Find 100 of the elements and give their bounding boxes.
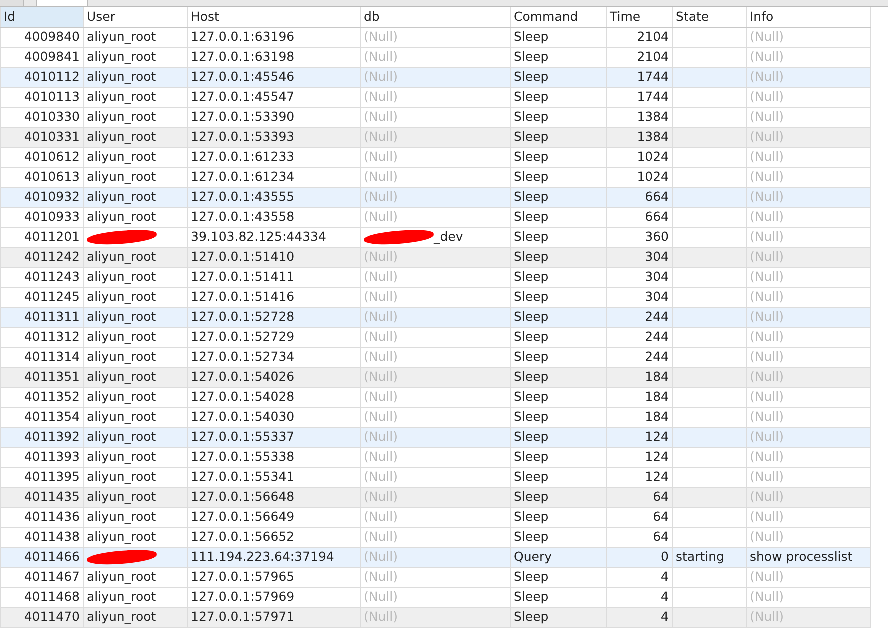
table-cell: 4011436: [0, 507, 84, 527]
null-value: (Null): [360, 407, 510, 427]
null-value: (Null): [360, 527, 510, 547]
table-cell: 127.0.0.1:54030: [188, 407, 360, 427]
table-cell: 127.0.0.1:45546: [188, 67, 360, 87]
table-cell: 4011466: [0, 547, 84, 567]
table-cell: Sleep: [510, 587, 606, 607]
table-cell: 4010612: [0, 147, 84, 167]
column-header[interactable]: Id: [0, 7, 84, 27]
table-cell: 4010112: [0, 67, 84, 87]
table-cell: Sleep: [510, 327, 606, 347]
table-cell: 127.0.0.1:45547: [188, 87, 360, 107]
table-cell: 4011393: [0, 447, 84, 467]
table-cell: 304: [606, 267, 672, 287]
null-value: (Null): [360, 307, 510, 327]
table-cell: aliyun_root: [84, 167, 188, 187]
table-cell: aliyun_root: [84, 567, 188, 587]
table-cell: 127.0.0.1:51416: [188, 287, 360, 307]
table-cell: 127.0.0.1:55337: [188, 427, 360, 447]
table-cell: Sleep: [510, 507, 606, 527]
table-cell: 127.0.0.1:61233: [188, 147, 360, 167]
table-cell: Sleep: [510, 467, 606, 487]
table-cell: 4011468: [0, 587, 84, 607]
null-value: (Null): [746, 227, 870, 247]
table-cell: 127.0.0.1:53393: [188, 127, 360, 147]
table-cell: Sleep: [510, 27, 606, 47]
null-value: (Null): [360, 47, 510, 67]
table-cell: Sleep: [510, 187, 606, 207]
null-value: (Null): [746, 107, 870, 127]
tab[interactable]: [36, 0, 88, 6]
column-header[interactable]: State: [672, 7, 746, 27]
null-value: (Null): [746, 207, 870, 227]
null-value: (Null): [746, 307, 870, 327]
table-cell: 127.0.0.1:51411: [188, 267, 360, 287]
table-cell: aliyun_root: [84, 247, 188, 267]
table-cell: aliyun_root: [84, 587, 188, 607]
null-value: (Null): [746, 347, 870, 367]
table-cell: 4010113: [0, 87, 84, 107]
column-header[interactable]: User: [84, 7, 188, 27]
table-cell: 1024: [606, 167, 672, 187]
null-value: (Null): [360, 267, 510, 287]
null-value: (Null): [746, 327, 870, 347]
table-cell: aliyun_root: [84, 147, 188, 167]
table-cell: 4010613: [0, 167, 84, 187]
table-cell: 4010330: [0, 107, 84, 127]
table-cell: 4009841: [0, 47, 84, 67]
table-cell: Sleep: [510, 287, 606, 307]
table-cell: 4011201: [0, 227, 84, 247]
table-cell: 127.0.0.1:57965: [188, 567, 360, 587]
table-cell: 127.0.0.1:52734: [188, 347, 360, 367]
null-value: (Null): [360, 187, 510, 207]
table-cell: 127.0.0.1:63198: [188, 47, 360, 67]
null-value: (Null): [746, 147, 870, 167]
table-cell: Sleep: [510, 347, 606, 367]
null-value: (Null): [746, 567, 870, 587]
null-value: (Null): [746, 27, 870, 47]
table-cell: 1384: [606, 127, 672, 147]
table-cell: Sleep: [510, 527, 606, 547]
null-value: (Null): [360, 547, 510, 567]
table-cell: aliyun_root: [84, 107, 188, 127]
null-value: (Null): [360, 287, 510, 307]
table-cell: 127.0.0.1:51410: [188, 247, 360, 267]
table-cell: 304: [606, 287, 672, 307]
null-value: (Null): [746, 287, 870, 307]
table-cell: aliyun_root: [84, 47, 188, 67]
table-cell: 664: [606, 207, 672, 227]
table-cell: 4011395: [0, 467, 84, 487]
null-value: (Null): [746, 467, 870, 487]
table-cell: 4011392: [0, 427, 84, 447]
table-cell: 127.0.0.1:57969: [188, 587, 360, 607]
column-header[interactable]: db: [360, 7, 510, 27]
table-cell: 4009840: [0, 27, 84, 47]
table-cell: 64: [606, 527, 672, 547]
null-value: (Null): [360, 587, 510, 607]
null-value: (Null): [746, 387, 870, 407]
column-header[interactable]: Command: [510, 7, 606, 27]
table-cell: 4011438: [0, 527, 84, 547]
table-cell: aliyun_root: [84, 347, 188, 367]
table-cell: Sleep: [510, 367, 606, 387]
table-cell: 4010932: [0, 187, 84, 207]
table-cell: 127.0.0.1:57971: [188, 607, 360, 627]
null-value: (Null): [360, 327, 510, 347]
table-cell: 4011352: [0, 387, 84, 407]
column-header[interactable]: Host: [188, 7, 360, 27]
null-value: (Null): [360, 347, 510, 367]
null-value: (Null): [746, 447, 870, 467]
null-value: (Null): [746, 87, 870, 107]
table-cell: aliyun_root: [84, 367, 188, 387]
column-header[interactable]: Time: [606, 7, 672, 27]
null-value: (Null): [360, 567, 510, 587]
null-value: (Null): [360, 507, 510, 527]
table-cell: aliyun_root: [84, 127, 188, 147]
table-cell: 1384: [606, 107, 672, 127]
null-value: (Null): [746, 407, 870, 427]
table-cell: 127.0.0.1:52728: [188, 307, 360, 327]
table-cell: Sleep: [510, 607, 606, 627]
table-cell: 4011314: [0, 347, 84, 367]
table-cell: 244: [606, 307, 672, 327]
table-cell: 4011470: [0, 607, 84, 627]
column-header[interactable]: Info: [746, 7, 870, 27]
